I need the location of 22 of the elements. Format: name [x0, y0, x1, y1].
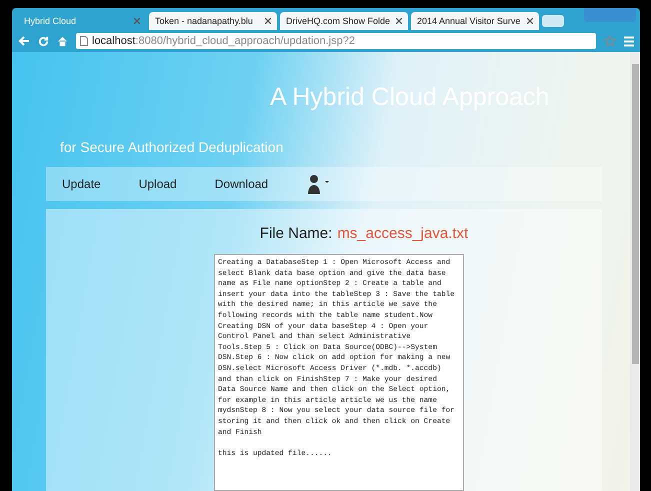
- close-icon[interactable]: [527, 18, 533, 24]
- browser-tab[interactable]: Token - nadanapathy.blu: [149, 12, 277, 30]
- nav-link[interactable]: Upload: [138, 177, 177, 191]
- file-name-label: File Name:: [260, 225, 332, 242]
- page-icon: [80, 36, 88, 46]
- browser-tab[interactable]: DriveHQ.com Show Folde: [280, 12, 408, 30]
- home-icon[interactable]: [57, 36, 68, 46]
- address-bar[interactable]: localhost:8080/hybrid_cloud_approach/updation.jsp?2: [76, 33, 596, 49]
- menu-icon[interactable]: [624, 36, 634, 46]
- back-arrow-icon[interactable]: [18, 35, 30, 47]
- nav-link[interactable]: Download: [214, 177, 268, 191]
- url-text: localhost:8080/hybrid_cloud_approach/updation.jsp?2: [92, 35, 355, 47]
- close-icon[interactable]: [265, 18, 271, 24]
- close-icon[interactable]: [396, 18, 402, 24]
- file-name-value: ms_access_java.txt: [337, 225, 468, 242]
- scrollbar[interactable]: [630, 52, 640, 491]
- nav-link[interactable]: Update: [62, 177, 101, 191]
- new-tab-button[interactable]: [542, 15, 564, 27]
- reload-icon[interactable]: [38, 36, 49, 46]
- page-subtitle: for Secure Authorized Deduplication: [60, 139, 284, 155]
- browser-tab[interactable]: 2014 Annual Visitor Surve: [411, 12, 539, 30]
- star-icon[interactable]: [604, 35, 616, 47]
